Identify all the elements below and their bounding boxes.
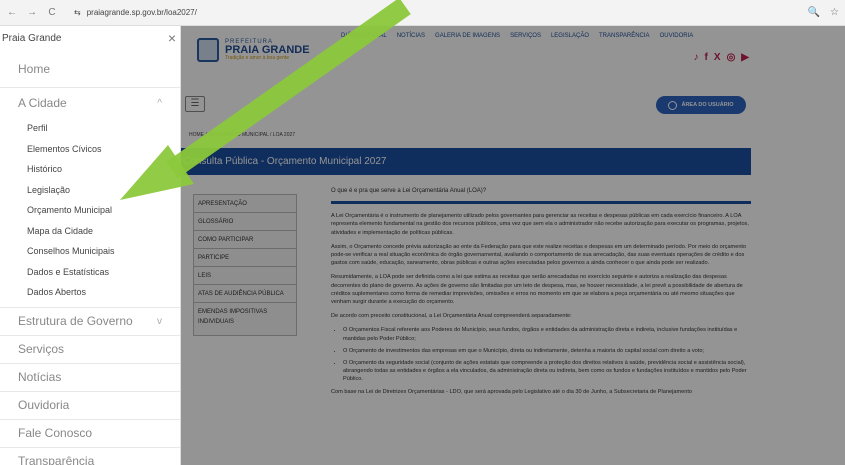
sidebar-subitem-dados-abertos[interactable]: Dados Abertos [0, 282, 180, 303]
content-paragraph: Assim, o Orçamento concede prévia autori… [331, 243, 747, 267]
sidebar-item-a-cidade[interactable]: A Cidade ^ [0, 88, 180, 118]
sidebar-item-fale-conosco[interactable]: Fale Conosco [0, 420, 180, 448]
list-item: O Orçamento da seguridade social (conjun… [343, 359, 751, 384]
bookmark-star-icon[interactable]: ☆ [830, 7, 839, 18]
tab-participe[interactable]: PARTICIPE [193, 248, 297, 266]
instagram-icon[interactable]: ◎ [727, 52, 736, 63]
chevron-down-icon[interactable]: v [157, 316, 162, 327]
facebook-icon[interactable]: f [705, 52, 708, 63]
sidebar-item-label: Serviços [18, 342, 65, 356]
sidebar-item-label: Estrutura de Governo [18, 314, 133, 328]
sidebar-item-servicos[interactable]: Serviços [0, 336, 180, 364]
browser-toolbar: ← → C ⇆ praiagrande.sp.gov.br/loa2027/ 🔍… [0, 0, 845, 26]
sidebar-header: Praia Grande × [0, 26, 180, 50]
sidebar-subitem-orcamento-municipal[interactable]: Orçamento Municipal [0, 200, 180, 221]
top-navigation: DIÁRIO OFICIAL NOTÍCIAS GALERIA DE IMAGE… [341, 33, 693, 39]
reload-icon[interactable]: C [46, 7, 58, 18]
user-area-button[interactable]: ÁREA DO USUÁRIO [656, 96, 746, 114]
back-icon[interactable]: ← [6, 7, 18, 18]
content-divider [331, 201, 751, 205]
nav-legislacao[interactable]: LEGISLAÇÃO [551, 33, 589, 39]
list-item: O Orçamentos Fiscal referente aos Podere… [343, 326, 751, 342]
user-icon [668, 100, 678, 110]
nav-transparencia[interactable]: TRANSPARÊNCIA [599, 33, 650, 39]
sidebar-title: Praia Grande [2, 32, 62, 44]
sidebar-item-label: Ouvidoria [18, 398, 70, 412]
sidebar-item-label: Fale Conosco [18, 426, 93, 440]
breadcrumb: HOME / ORÇAMENTO MUNICIPAL / LOA 2027 [189, 132, 296, 138]
list-item: O Orçamento de investimentos das empresa… [343, 347, 751, 355]
content-paragraph: Resumidamente, a LOA pode ser definida c… [331, 274, 743, 306]
menu-toggle-button[interactable]: ☰ [185, 96, 205, 112]
nav-ouvidoria[interactable]: OUVIDORIA [660, 33, 694, 39]
side-tabs: APRESENTAÇÃO GLOSSÁRIO COMO PARTICIPAR P… [193, 194, 297, 336]
user-area-label: ÁREA DO USUÁRIO [681, 102, 734, 108]
sidebar-subitem-elementos-civicos[interactable]: Elementos Cívicos [0, 139, 180, 160]
url-text[interactable]: praiagrande.sp.gov.br/loa2027/ [87, 8, 197, 17]
x-icon[interactable]: X [714, 52, 721, 63]
sidebar-item-estrutura-de-governo[interactable]: Estrutura de Governo v [0, 308, 180, 336]
sidebar-item-label: Transparência [18, 454, 95, 465]
sidebar-item-label: Notícias [18, 370, 62, 384]
sidebar-subitem-conselhos-municipais[interactable]: Conselhos Municipais [0, 241, 180, 262]
close-icon[interactable]: × [168, 30, 176, 46]
content-paragraph: De acordo com preceito constitucional, a… [331, 313, 572, 320]
main-page: PREFEITURA PRAIA GRANDE Tradição e amor … [181, 26, 845, 465]
content-question: O que é e pra que serve a Lei Orçamentár… [331, 188, 487, 194]
nav-galeria[interactable]: GALERIA DE IMAGENS [435, 33, 500, 39]
tab-apresentacao[interactable]: APRESENTAÇÃO [193, 194, 297, 212]
content-paragraph: A Lei Orçamentária é o instrumento de pl… [331, 213, 749, 236]
nav-servicos[interactable]: SERVIÇOS [510, 33, 541, 39]
city-emblem-icon [197, 38, 219, 62]
sidebar-subitem-mapa-da-cidade[interactable]: Mapa da Cidade [0, 221, 180, 242]
content-paragraph: Com base na Lei de Diretrizes Orçamentár… [331, 388, 693, 395]
address-bar[interactable]: ⇆ praiagrande.sp.gov.br/loa2027/ [66, 4, 205, 22]
sidebar-item-transparencia[interactable]: Transparência [0, 448, 180, 465]
sidebar-item-ouvidoria[interactable]: Ouvidoria [0, 392, 180, 420]
sidebar-item-label: A Cidade [18, 96, 67, 110]
tab-atas[interactable]: ATAS DE AUDIÊNCIA PÚBLICA [193, 284, 297, 302]
nav-noticias[interactable]: NOTÍCIAS [397, 33, 425, 39]
tab-glossario[interactable]: GLOSSÁRIO [193, 212, 297, 230]
zoom-icon[interactable]: 🔍 [808, 7, 820, 18]
sidebar-subitem-legislacao[interactable]: Legislação [0, 180, 180, 201]
forward-icon[interactable]: → [26, 7, 38, 18]
nav-diario-oficial[interactable]: DIÁRIO OFICIAL [341, 33, 387, 39]
sidebar-subitem-dados-estatisticas[interactable]: Dados e Estatísticas [0, 262, 180, 283]
sidebar-submenu: Perfil Elementos Cívicos Histórico Legis… [0, 118, 180, 308]
page-title: Consulta Pública - Orçamento Municipal 2… [181, 148, 751, 175]
sidebar-item-home[interactable]: Home [0, 50, 180, 88]
tab-emendas[interactable]: EMENDAS IMPOSITIVAS INDIVIDUAIS [193, 302, 297, 336]
social-links: ♪ f X ◎ ▶ [694, 52, 749, 63]
sidebar-subitem-historico[interactable]: Histórico [0, 159, 180, 180]
tiktok-icon[interactable]: ♪ [694, 52, 699, 63]
logo-tagline: Tradição e amor à boa gente [225, 55, 290, 61]
chevron-up-icon[interactable]: ^ [157, 98, 162, 109]
site-info-icon[interactable]: ⇆ [74, 8, 81, 17]
content-body: O que é e pra que serve a Lei Orçamentár… [331, 187, 751, 402]
sidebar-menu: Praia Grande × Home A Cidade ^ Perfil El… [0, 26, 181, 465]
sidebar-subitem-perfil[interactable]: Perfil [0, 118, 180, 139]
youtube-icon[interactable]: ▶ [741, 52, 749, 63]
sidebar-item-noticias[interactable]: Notícias [0, 364, 180, 392]
tab-leis[interactable]: LEIS [193, 266, 297, 284]
sidebar-item-label: Home [18, 61, 51, 76]
site-logo[interactable]: PREFEITURA PRAIA GRANDE Tradição e amor … [197, 38, 310, 62]
tab-como-participar[interactable]: COMO PARTICIPAR [193, 230, 297, 248]
